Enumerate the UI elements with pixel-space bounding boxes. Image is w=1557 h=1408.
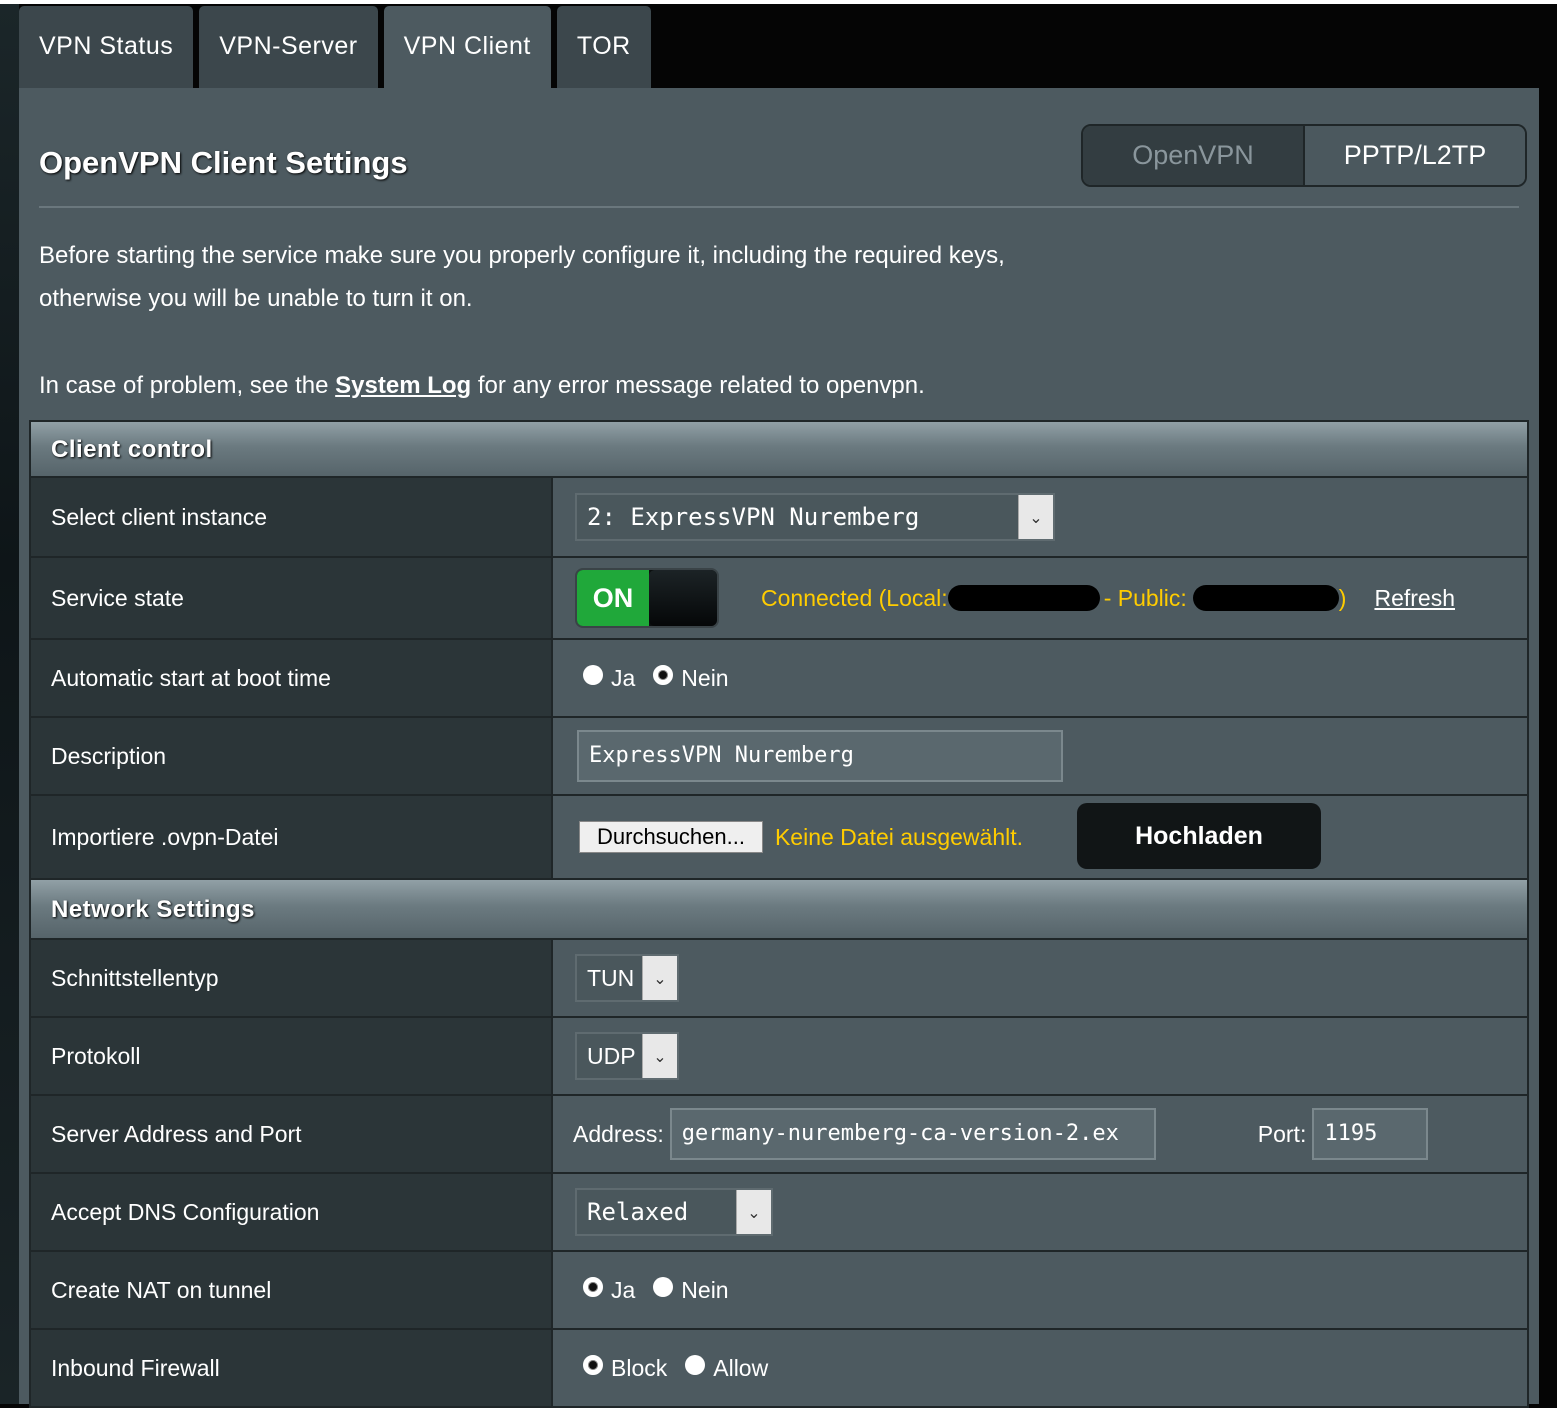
network-settings-header: Network Settings (31, 880, 1527, 940)
client-instance-select[interactable]: 2: ExpressVPN Nuremberg ⌄ (575, 493, 1055, 541)
client-instance-value: 2: ExpressVPN Nuremberg (587, 503, 920, 531)
firewall-label: Inbound Firewall (31, 1330, 553, 1406)
nat-label: Create NAT on tunnel (31, 1252, 553, 1328)
firewall-allow-label: Allow (713, 1354, 769, 1381)
row-nat: Create NAT on tunnel Ja Nein (31, 1252, 1527, 1330)
status-close: ) (1338, 584, 1347, 611)
chevron-down-icon: ⌄ (642, 1034, 677, 1078)
description-input[interactable]: ExpressVPN Nuremberg (577, 730, 1063, 782)
autostart-ja-label: Ja (611, 664, 636, 691)
tab-vpn-client[interactable]: VPN Client (383, 6, 551, 88)
row-server-address: Server Address and Port Address: germany… (31, 1096, 1527, 1174)
nat-ja-label: Ja (611, 1276, 636, 1303)
dns-label: Accept DNS Configuration (31, 1174, 553, 1250)
problem-prefix: In case of problem, see the (39, 372, 336, 399)
chevron-down-icon: ⌄ (736, 1190, 771, 1234)
chevron-down-icon: ⌄ (642, 956, 677, 1000)
description-label: Description (31, 718, 553, 794)
address-label: Address: (573, 1120, 664, 1147)
interface-type-select[interactable]: TUN ⌄ (575, 954, 679, 1002)
row-service-state: Service state ON Connected (Local: - Pub… (31, 558, 1527, 640)
dns-value: Relaxed (587, 1198, 689, 1226)
toggle-knob (649, 570, 717, 626)
protocol-label: Protokoll (31, 1018, 553, 1094)
row-protocol: Protokoll UDP ⌄ (31, 1018, 1527, 1096)
openvpn-button[interactable]: OpenVPN (1083, 126, 1305, 185)
firewall-block-radio[interactable] (583, 1355, 603, 1375)
row-description: Description ExpressVPN Nuremberg (31, 718, 1527, 796)
firewall-allow-radio[interactable] (685, 1355, 706, 1375)
port-input[interactable]: 1195 (1312, 1108, 1429, 1160)
row-inbound-firewall: Inbound Firewall Block Allow (31, 1330, 1527, 1408)
chevron-down-icon: ⌄ (1018, 495, 1053, 539)
system-log-link[interactable]: System Log (335, 372, 471, 399)
problem-hint: In case of problem, see the System Log f… (39, 364, 1239, 407)
status-public: - Public: (1103, 584, 1187, 611)
service-toggle[interactable]: ON (575, 568, 719, 628)
tab-vpn-status[interactable]: VPN Status (19, 6, 194, 88)
nat-nein-radio[interactable] (653, 1277, 674, 1297)
tab-bar: VPN Status VPN-Server VPN Client TOR (19, 6, 651, 88)
problem-suffix: for any error message related to openvpn… (471, 372, 925, 399)
autostart-radio-group: Ja Nein (583, 665, 747, 692)
protocol-select[interactable]: UDP ⌄ (575, 1032, 679, 1080)
tab-vpn-server[interactable]: VPN-Server (199, 6, 378, 88)
vpn-type-switch: OpenVPN PPTP/L2TP (1081, 124, 1527, 187)
intro-line-1: Before starting the service make sure yo… (39, 242, 1005, 269)
autostart-nein-radio[interactable] (653, 665, 674, 685)
interface-type-label: Schnittstellentyp (31, 940, 553, 1016)
autostart-nein-label: Nein (681, 664, 729, 691)
page-title: OpenVPN Client Settings (39, 145, 408, 180)
row-dns: Accept DNS Configuration Relaxed ⌄ (31, 1174, 1527, 1252)
autostart-label: Automatic start at boot time (31, 640, 553, 716)
file-status: Keine Datei ausgewählt. (774, 823, 1024, 850)
firewall-radio-group: Block Allow (583, 1355, 786, 1382)
intro-line-2: otherwise you will be unable to turn it … (39, 285, 473, 312)
protocol-value: UDP (587, 1043, 636, 1069)
nat-ja-radio[interactable] (583, 1277, 603, 1297)
left-background-edge (0, 4, 19, 1404)
row-interface-type: Schnittstellentyp TUN ⌄ (31, 940, 1527, 1018)
title-divider (39, 206, 1519, 208)
server-address-input[interactable]: germany-nuremberg-ca-version-2.ex (669, 1108, 1156, 1160)
settings-table: Client control Select client instance 2:… (29, 420, 1529, 1408)
refresh-link[interactable]: Refresh (1374, 585, 1455, 612)
client-control-header: Client control (31, 422, 1527, 478)
main-panel: OpenVPN Client Settings OpenVPN PPTP/L2T… (19, 88, 1539, 1408)
row-autostart: Automatic start at boot time Ja Nein (31, 640, 1527, 718)
server-address-label: Server Address and Port (31, 1096, 553, 1172)
client-instance-label: Select client instance (31, 478, 553, 556)
tab-tor[interactable]: TOR (556, 6, 651, 88)
pptp-l2tp-button[interactable]: PPTP/L2TP (1305, 126, 1525, 185)
interface-type-value: TUN (587, 965, 635, 991)
upload-button[interactable]: Hochladen (1077, 803, 1321, 869)
browse-button[interactable]: Durchsuchen... (579, 821, 763, 853)
top-border (0, 0, 1557, 4)
nat-radio-group: Ja Nein (583, 1277, 747, 1304)
service-state-label: Service state (31, 558, 553, 638)
autostart-ja-radio[interactable] (583, 665, 603, 685)
redacted-public-ip (1192, 585, 1339, 611)
row-client-instance: Select client instance 2: ExpressVPN Nur… (31, 478, 1527, 558)
redacted-local-ip (947, 585, 1100, 611)
nat-nein-label: Nein (681, 1276, 729, 1303)
row-import: Importiere .ovpn-Datei Durchsuchen... Ke… (31, 796, 1527, 880)
dns-select[interactable]: Relaxed ⌄ (575, 1188, 773, 1236)
intro-text: Before starting the service make sure yo… (39, 234, 1239, 407)
port-label: Port: (1257, 1120, 1307, 1147)
toggle-on-label: ON (577, 570, 649, 626)
firewall-block-label: Block (611, 1354, 668, 1381)
import-label: Importiere .ovpn-Datei (31, 796, 553, 878)
status-connected: Connected (Local: (761, 584, 948, 611)
